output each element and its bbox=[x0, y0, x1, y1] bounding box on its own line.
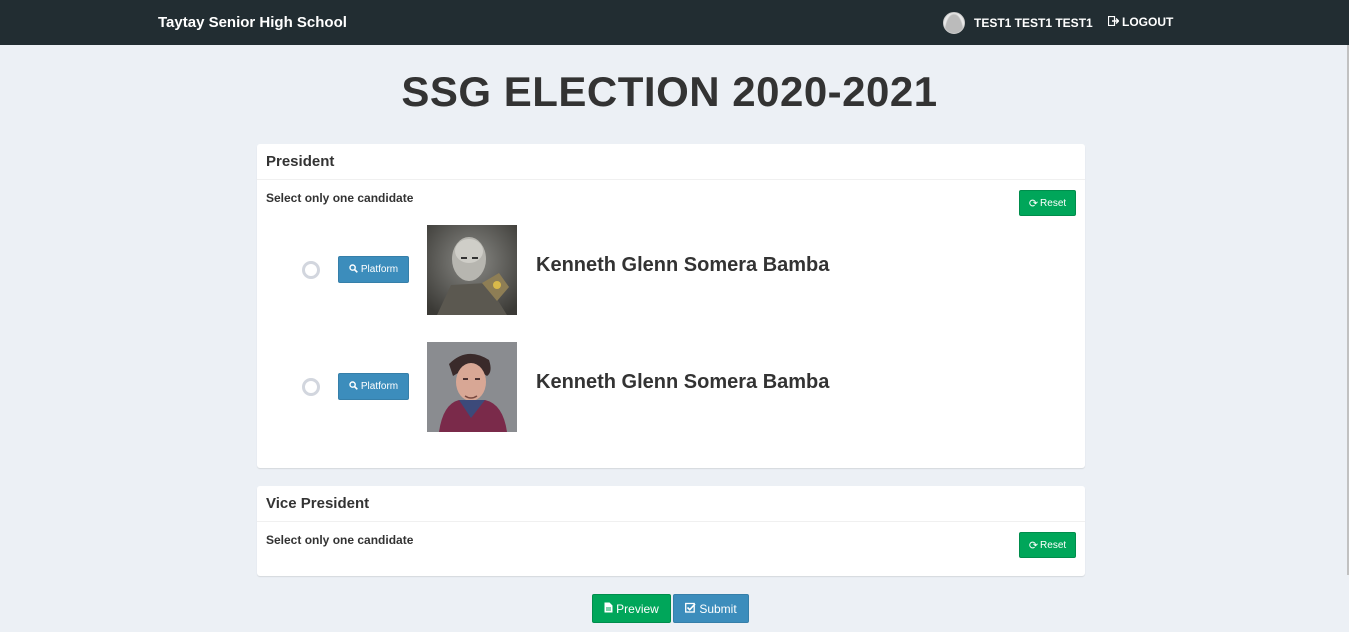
user-name: TEST1 TEST1 TEST1 bbox=[974, 16, 1093, 30]
reset-button[interactable]: ⟳ Reset bbox=[1019, 190, 1076, 216]
reset-button[interactable]: ⟳ Reset bbox=[1019, 532, 1076, 558]
user-menu[interactable]: TEST1 TEST1 TEST1 bbox=[943, 12, 1093, 34]
search-icon bbox=[349, 380, 358, 393]
submit-label: Submit bbox=[699, 601, 737, 616]
platform-label: Platform bbox=[360, 264, 399, 275]
logout-label: LOGOUT bbox=[1122, 15, 1174, 29]
reset-label: Reset bbox=[1040, 197, 1067, 209]
reset-label: Reset bbox=[1040, 539, 1067, 551]
page-title: SSG ELECTION 2020-2021 bbox=[401, 68, 938, 115]
candidate-radio[interactable] bbox=[302, 261, 320, 279]
top-navbar: Taytay Senior High School TEST1 TEST1 TE… bbox=[0, 0, 1349, 45]
check-square-icon bbox=[685, 602, 696, 616]
candidate-name: Kenneth Glenn Somera Bamba bbox=[536, 371, 830, 393]
refresh-icon: ⟳ bbox=[1028, 197, 1039, 210]
position-box-vice-president: Vice President Select only one candidate… bbox=[257, 486, 1085, 576]
preview-label: Preview bbox=[616, 601, 659, 616]
platform-label: Platform bbox=[360, 381, 399, 392]
file-icon bbox=[604, 602, 613, 616]
platform-button[interactable]: Platform bbox=[338, 256, 409, 283]
search-icon bbox=[349, 263, 358, 276]
candidate-photo bbox=[427, 225, 517, 315]
form-actions: Preview Submit bbox=[592, 594, 749, 623]
position-title: President bbox=[257, 144, 1085, 180]
platform-button[interactable]: Platform bbox=[338, 373, 409, 400]
instruction-text: Select only one candidate bbox=[266, 533, 414, 547]
avatar bbox=[943, 12, 965, 34]
submit-button[interactable]: Submit bbox=[673, 594, 749, 623]
logout-link[interactable]: LOGOUT bbox=[1107, 15, 1174, 29]
candidate-radio[interactable] bbox=[302, 378, 320, 396]
candidate-row: Platform Kenneth Glenn Somera Bamba bbox=[257, 225, 1085, 315]
refresh-icon: ⟳ bbox=[1028, 539, 1039, 552]
brand-title[interactable]: Taytay Senior High School bbox=[158, 14, 347, 31]
candidate-photo bbox=[427, 342, 517, 432]
sign-out-icon bbox=[1107, 15, 1120, 29]
instruction-text: Select only one candidate bbox=[266, 191, 414, 205]
candidate-row: Platform Kenneth Glenn Somera Bamba bbox=[257, 342, 1085, 432]
position-box-president: President Select only one candidate ⟳ Re… bbox=[257, 144, 1085, 468]
preview-button[interactable]: Preview bbox=[592, 594, 671, 623]
candidate-name: Kenneth Glenn Somera Bamba bbox=[536, 254, 830, 276]
position-title: Vice President bbox=[257, 486, 1085, 522]
